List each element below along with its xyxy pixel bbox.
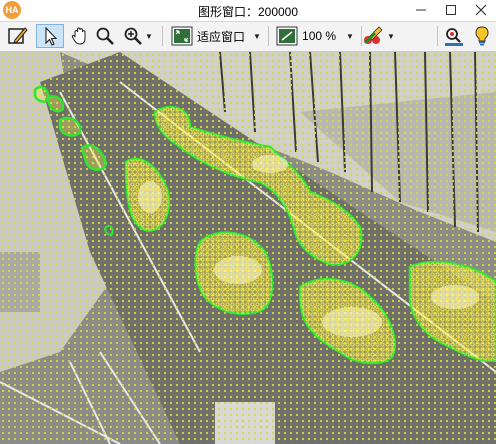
zoom-percent-icon (276, 26, 298, 46)
toolbar-separator (162, 26, 163, 46)
region-outline (58, 116, 82, 137)
draw-button[interactable] (5, 24, 31, 48)
magnifier-icon (96, 27, 114, 45)
fit-window-icon (171, 26, 193, 46)
minimize-button[interactable] (406, 0, 436, 20)
chevron-down-icon: ▼ (387, 31, 395, 41)
fit-window-label: 适应窗口 (197, 29, 246, 44)
pencil-icon (8, 27, 28, 44)
fit-window-dropdown[interactable]: 适应窗口 ▼ (168, 24, 264, 48)
hand-icon (71, 27, 86, 45)
inspect-icon (445, 28, 463, 46)
zoom-percent-label: 100 % (302, 29, 337, 43)
minimize-icon (416, 9, 426, 11)
maximize-button[interactable] (436, 0, 466, 20)
inspect-button[interactable] (442, 24, 466, 48)
magnify-button[interactable] (94, 24, 116, 48)
select-pointer-button[interactable] (36, 24, 64, 48)
close-icon (475, 4, 487, 16)
color-dropdown[interactable]: ▼ (358, 24, 398, 48)
toolbar-separator (268, 26, 269, 46)
zoom-in-button[interactable]: ▼ (119, 24, 157, 48)
title-bar: HA 图形窗口：200000 (0, 0, 496, 22)
color-paint-icon (363, 26, 383, 45)
image-canvas[interactable] (0, 52, 496, 444)
maximize-icon (446, 5, 456, 15)
toolbar: ▼ 适应窗口 ▼ 100 % ▼ ▼ (0, 22, 496, 52)
traffic-scene-image (0, 52, 496, 444)
chevron-down-icon: ▼ (145, 31, 153, 41)
toolbar-separator (437, 26, 438, 46)
chevron-down-icon: ▼ (253, 31, 261, 41)
zoom-percent-dropdown[interactable]: 100 % ▼ (273, 24, 357, 48)
zoom-in-icon (124, 27, 142, 45)
chevron-down-icon: ▼ (346, 31, 354, 41)
region-outline (33, 85, 50, 103)
lightbulb-icon (475, 26, 489, 46)
close-button[interactable] (466, 0, 496, 20)
arrow-cursor-icon (45, 26, 58, 46)
pan-hand-button[interactable] (68, 24, 92, 48)
lightbulb-button[interactable] (470, 24, 494, 48)
